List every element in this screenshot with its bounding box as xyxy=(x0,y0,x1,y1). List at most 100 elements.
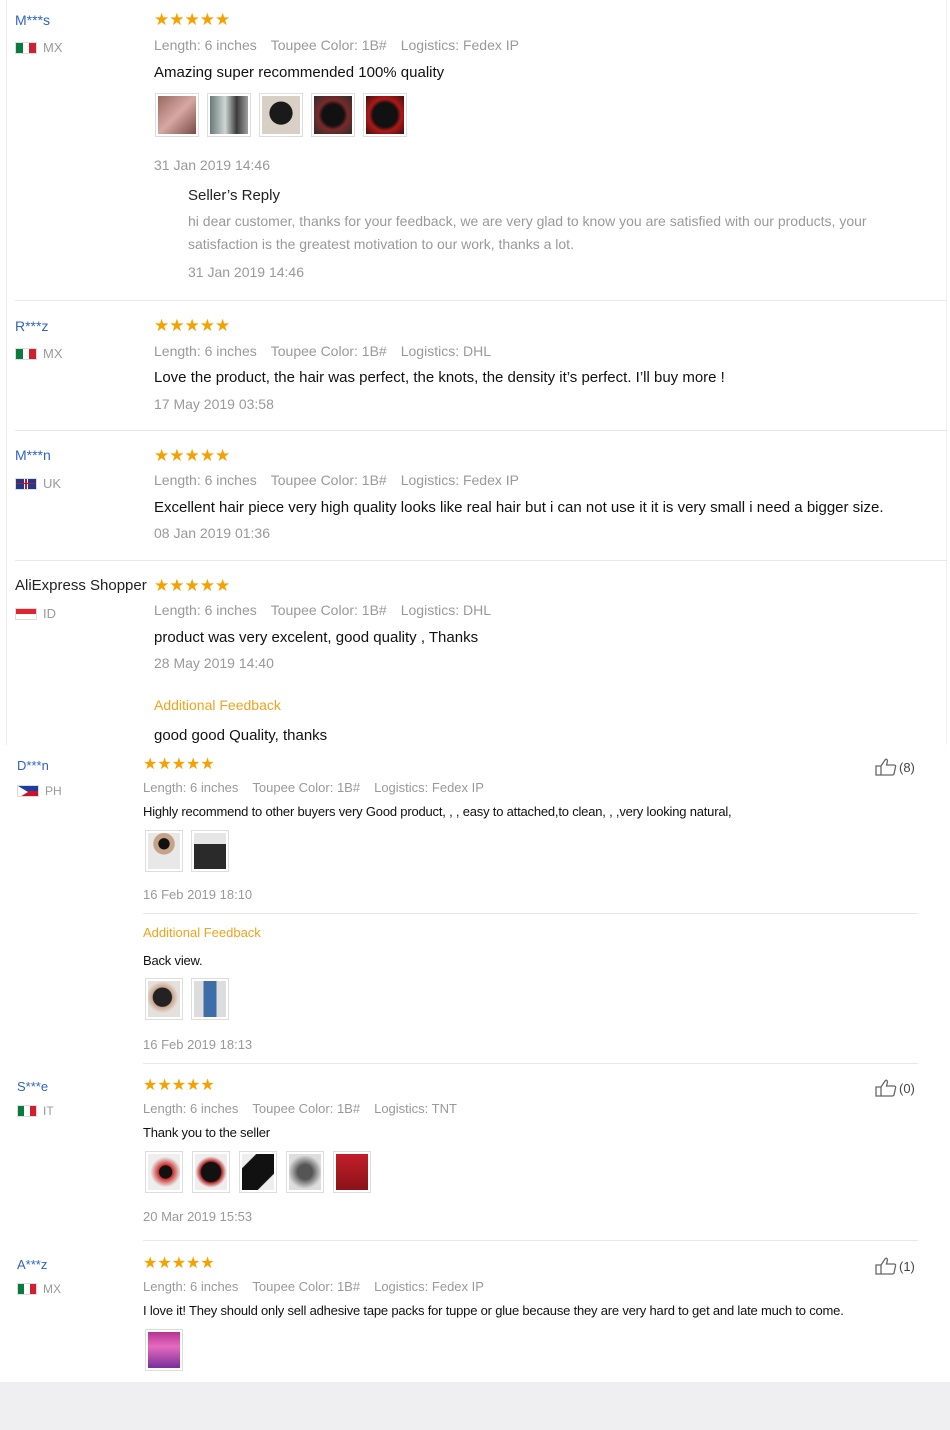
divider xyxy=(143,1063,918,1064)
attr-logistics: Logistics: DHL xyxy=(400,602,491,618)
review-text: Amazing super recommended 100% quality xyxy=(154,64,445,81)
review-date: 20 Mar 2019 15:53 xyxy=(143,1209,253,1224)
additional-feedback-date: 16 Feb 2019 18:13 xyxy=(143,1037,253,1052)
seller-reply-text: hi dear customer, thanks for your feedba… xyxy=(188,213,867,252)
attr-length: Length: 6 inches xyxy=(154,343,257,359)
country-code: PH xyxy=(45,784,62,798)
reviewer-name: R***z xyxy=(15,318,49,334)
review-photo[interactable] xyxy=(207,93,251,137)
reviewer-name: M***n xyxy=(15,447,51,463)
review-photo[interactable] xyxy=(155,93,199,137)
additional-feedback-label: Additional Feedback xyxy=(143,925,261,940)
like-button[interactable]: (0) xyxy=(875,1079,915,1097)
star-rating: ★★★★★ xyxy=(154,10,231,29)
attr-length: Length: 6 inches xyxy=(154,37,257,53)
review-attributes: Length: 6 inches Toupee Color: 1B# Logisti… xyxy=(154,343,505,359)
divider xyxy=(143,913,918,914)
photo-list xyxy=(155,93,407,137)
footer-band xyxy=(0,1382,950,1430)
like-count: (1) xyxy=(899,1258,915,1274)
divider xyxy=(15,430,947,431)
review-photo[interactable] xyxy=(239,1151,277,1193)
like-button[interactable]: (8) xyxy=(875,758,915,776)
attr-length: Length: 6 inches xyxy=(143,1279,239,1294)
review-date: 08 Jan 2019 01:36 xyxy=(154,525,270,541)
uk-flag-icon xyxy=(15,477,37,490)
review-photo[interactable] xyxy=(192,1151,230,1193)
review-photo[interactable] xyxy=(333,1151,371,1193)
star-rating: ★★★★★ xyxy=(143,1077,215,1094)
review-photo[interactable] xyxy=(145,1329,183,1371)
review-photo[interactable] xyxy=(363,93,407,137)
country-code: MX xyxy=(43,40,63,55)
attr-color: Toupee Color: 1B# xyxy=(252,1101,361,1116)
review-attributes: Length: 6 inches Toupee Color: 1B# Logisti… xyxy=(154,602,505,618)
review-photo[interactable] xyxy=(259,93,303,137)
attr-length: Length: 6 inches xyxy=(154,602,257,618)
thumbs-up-icon xyxy=(875,1079,897,1097)
review-photo[interactable] xyxy=(191,978,229,1020)
review-photo[interactable] xyxy=(145,830,183,872)
review-photo[interactable] xyxy=(191,830,229,872)
photo-list xyxy=(145,978,229,1020)
country: UK xyxy=(15,476,61,491)
attr-length: Length: 6 inches xyxy=(143,1101,239,1116)
review-date: 28 May 2019 14:40 xyxy=(154,655,274,671)
additional-feedback-text: Back view. xyxy=(143,953,203,968)
review-photo[interactable] xyxy=(145,978,183,1020)
review-date: 16 Feb 2019 18:10 xyxy=(143,887,253,902)
attr-color: Toupee Color: 1B# xyxy=(252,780,361,795)
review-attributes: Length: 6 inches Toupee Color: 1B# Logisti… xyxy=(143,1101,471,1116)
review-text: Thank you to the seller xyxy=(143,1125,270,1140)
attr-logistics: Logistics: TNT xyxy=(374,1101,457,1116)
review-photo[interactable] xyxy=(311,93,355,137)
country: MX xyxy=(15,40,63,55)
reviewer-name: AliExpress Shopper xyxy=(15,577,147,594)
additional-feedback-text: good good Quality, thanks xyxy=(154,727,328,744)
seller-reply-date: 31 Jan 2019 14:46 xyxy=(188,264,304,280)
country-code: MX xyxy=(43,346,63,361)
country: ID xyxy=(15,606,56,621)
review-date: 17 May 2019 03:58 xyxy=(154,396,274,412)
like-button[interactable]: (1) xyxy=(875,1257,915,1275)
review-text: Excellent hair piece very high quality l… xyxy=(154,499,884,516)
country: MX xyxy=(15,346,63,361)
philippines-flag-icon xyxy=(17,785,39,797)
review-photo[interactable] xyxy=(286,1151,324,1193)
star-rating: ★★★★★ xyxy=(143,1255,215,1272)
review-photo[interactable] xyxy=(145,1151,183,1193)
review-text: Highly recommend to other buyers very Go… xyxy=(143,804,732,819)
divider xyxy=(15,300,947,301)
attr-length: Length: 6 inches xyxy=(143,780,239,795)
attr-color: Toupee Color: 1B# xyxy=(270,37,387,53)
attr-logistics: Logistics: Fedex IP xyxy=(374,780,484,795)
photo-list xyxy=(145,1329,183,1371)
reviewer-name: S***e xyxy=(17,1079,49,1094)
attr-color: Toupee Color: 1B# xyxy=(252,1279,361,1294)
reviewer-name: M***s xyxy=(15,12,51,28)
country-code: MX xyxy=(43,1282,61,1296)
mexico-flag-icon xyxy=(15,347,37,360)
star-rating: ★★★★★ xyxy=(154,446,231,465)
country-code: IT xyxy=(43,1104,54,1118)
like-count: (0) xyxy=(899,1080,915,1096)
review-attributes: Length: 6 inches Toupee Color: 1B# Logisti… xyxy=(154,37,533,53)
review-attributes: Length: 6 inches Toupee Color: 1B# Logisti… xyxy=(143,780,498,795)
star-rating: ★★★★★ xyxy=(154,576,231,595)
country: PH xyxy=(17,784,62,798)
like-count: (8) xyxy=(899,759,915,775)
attr-logistics: Logistics: Fedex IP xyxy=(400,37,519,53)
mexico-flag-icon xyxy=(17,1283,37,1295)
attr-logistics: Logistics: Fedex IP xyxy=(400,472,519,488)
additional-feedback-label: Additional Feedback xyxy=(154,697,281,713)
italy-flag-icon xyxy=(17,1105,37,1117)
attr-color: Toupee Color: 1B# xyxy=(270,602,387,618)
photo-list xyxy=(145,1151,371,1193)
review-date: 31 Jan 2019 14:46 xyxy=(154,157,270,173)
country: MX xyxy=(17,1282,61,1296)
divider xyxy=(946,0,947,745)
attr-length: Length: 6 inches xyxy=(154,472,257,488)
review-attributes: Length: 6 inches Toupee Color: 1B# Logisti… xyxy=(143,1279,498,1294)
reviewer-name: A***z xyxy=(17,1257,48,1272)
attr-color: Toupee Color: 1B# xyxy=(270,472,387,488)
